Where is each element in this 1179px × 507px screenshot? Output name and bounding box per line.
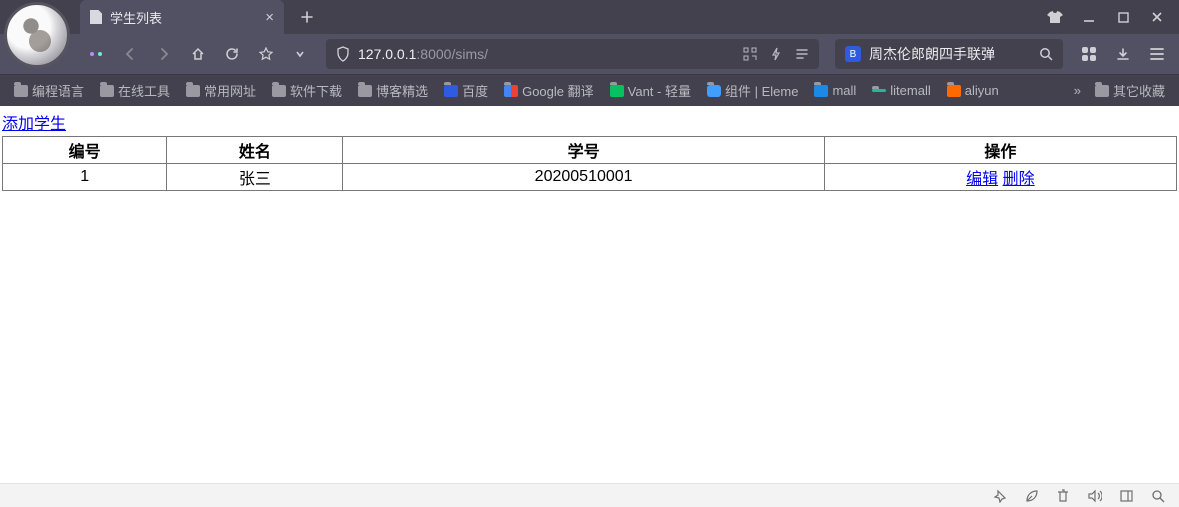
cell-name: 张三: [167, 164, 343, 191]
ali-icon: [947, 85, 961, 97]
col-id: 编号: [3, 137, 167, 164]
bookmark-item[interactable]: 常用网址: [180, 78, 262, 103]
bookmarks-overflow-button[interactable]: »: [1070, 83, 1085, 98]
bookmark-star-button[interactable]: [252, 40, 280, 68]
bookmark-label: 软件下载: [290, 81, 342, 100]
bookmark-item[interactable]: litemall: [866, 80, 936, 101]
lightning-icon[interactable]: [771, 47, 781, 61]
table-header-row: 编号 姓名 学号 操作: [3, 137, 1177, 164]
plus-icon: [301, 11, 313, 23]
maximize-button[interactable]: [1115, 9, 1131, 25]
bookmark-label: 其它收藏: [1113, 81, 1165, 100]
status-sidebar-icon[interactable]: [1120, 490, 1133, 502]
vant-icon: [610, 85, 624, 97]
bookmark-item[interactable]: 编程语言: [8, 78, 90, 103]
search-icon[interactable]: [1039, 47, 1053, 61]
url-bar[interactable]: 127.0.0.1:8000/sims/: [326, 39, 819, 69]
col-sno: 学号: [343, 137, 824, 164]
cell-sno: 20200510001: [343, 164, 824, 191]
toolbar-chevron-button[interactable]: [286, 40, 314, 68]
status-bar: [0, 483, 1179, 507]
nav-toolbar: 127.0.0.1:8000/sims/ B 周杰伦郎朗四手联弹: [0, 34, 1179, 74]
bookmark-label: 博客精选: [376, 81, 428, 100]
bookmark-label: mall: [832, 83, 856, 98]
search-text: 周杰伦郎朗四手联弹: [869, 44, 995, 64]
bookmark-label: Google 翻译: [522, 81, 594, 100]
apps-grid-button[interactable]: [1075, 40, 1103, 68]
bookmark-item[interactable]: 组件 | Eleme: [701, 78, 804, 103]
status-pin-icon[interactable]: [993, 489, 1007, 503]
url-text: 127.0.0.1:8000/sims/: [358, 46, 488, 62]
reload-button[interactable]: [218, 40, 246, 68]
google-icon: [504, 85, 518, 97]
new-tab-button[interactable]: [294, 4, 320, 30]
bookmark-item[interactable]: 博客精选: [352, 78, 434, 103]
status-search-icon[interactable]: [1151, 489, 1165, 503]
folder-icon: [186, 85, 200, 97]
page-content: 添加学生 编号 姓名 学号 操作 1张三20200510001编辑 删除: [0, 106, 1179, 191]
baidu-icon: [444, 85, 458, 97]
status-volume-icon[interactable]: [1087, 489, 1102, 503]
forward-button[interactable]: [150, 40, 178, 68]
bookmark-label: 组件 | Eleme: [725, 81, 798, 100]
bookmark-label: litemall: [890, 83, 930, 98]
shield-icon: [336, 46, 350, 62]
app-menu-button[interactable]: [1143, 40, 1171, 68]
students-table: 编号 姓名 学号 操作 1张三20200510001编辑 删除: [2, 136, 1177, 191]
baidu-icon: B: [845, 46, 861, 62]
folder-icon: [100, 85, 114, 97]
cell-ops: 编辑 删除: [824, 164, 1176, 191]
delete-link[interactable]: 删除: [1003, 171, 1035, 188]
mall-icon: [814, 85, 828, 97]
bookmark-item[interactable]: aliyun: [941, 80, 1005, 101]
close-tab-icon[interactable]: ×: [265, 9, 274, 26]
bookmarks-bar: 编程语言 在线工具 常用网址 软件下载 博客精选 百度 Google 翻译 Vant - 轻量…: [0, 74, 1179, 106]
bookmark-item[interactable]: 百度: [438, 78, 494, 103]
minimize-button[interactable]: [1081, 9, 1097, 25]
bookmark-item[interactable]: Google 翻译: [498, 78, 600, 103]
bookmark-label: 编程语言: [32, 81, 84, 100]
search-box[interactable]: B 周杰伦郎朗四手联弹: [835, 39, 1063, 69]
downloads-button[interactable]: [1109, 40, 1137, 68]
browser-tab-active[interactable]: 学生列表 ×: [80, 0, 284, 34]
bookmark-item[interactable]: 在线工具: [94, 78, 176, 103]
bookmark-label: 百度: [462, 81, 488, 100]
bookmark-label: Vant - 轻量: [628, 81, 691, 100]
window-controls: [1047, 0, 1179, 34]
status-leaf-icon[interactable]: [1025, 489, 1039, 503]
bookmark-label: 在线工具: [118, 81, 170, 100]
tshirt-icon[interactable]: [1047, 9, 1063, 25]
home-button[interactable]: [184, 40, 212, 68]
folder-icon: [272, 85, 286, 97]
back-button[interactable]: [116, 40, 144, 68]
browser-chrome: 学生列表 × 127.0.0.1:8000/sims/: [0, 0, 1179, 106]
add-student-link[interactable]: 添加学生: [2, 110, 66, 134]
reader-icon[interactable]: [795, 47, 809, 61]
tracking-protection-button[interactable]: [82, 40, 110, 68]
folder-icon: [358, 85, 372, 97]
document-icon: [90, 10, 102, 24]
bookmark-item[interactable]: mall: [808, 80, 862, 101]
bookmark-label: aliyun: [965, 83, 999, 98]
qr-icon[interactable]: [743, 47, 757, 61]
bookmark-item[interactable]: Vant - 轻量: [604, 78, 697, 103]
bookmark-item[interactable]: 软件下载: [266, 78, 348, 103]
close-window-button[interactable]: [1149, 9, 1165, 25]
edit-link[interactable]: 编辑: [966, 171, 998, 188]
status-trash-icon[interactable]: [1057, 489, 1069, 503]
folder-icon: [1095, 85, 1109, 97]
col-name: 姓名: [167, 137, 343, 164]
table-row: 1张三20200510001编辑 删除: [3, 164, 1177, 191]
col-ops: 操作: [824, 137, 1176, 164]
profile-avatar[interactable]: [4, 2, 70, 68]
titlebar: 学生列表 ×: [0, 0, 1179, 34]
folder-icon: [14, 85, 28, 97]
lite-icon: [872, 89, 886, 92]
bookmark-label: 常用网址: [204, 81, 256, 100]
eleme-icon: [707, 85, 721, 97]
tab-title: 学生列表: [110, 8, 257, 27]
cell-id: 1: [3, 164, 167, 191]
bookmark-other-folder[interactable]: 其它收藏: [1089, 78, 1171, 103]
